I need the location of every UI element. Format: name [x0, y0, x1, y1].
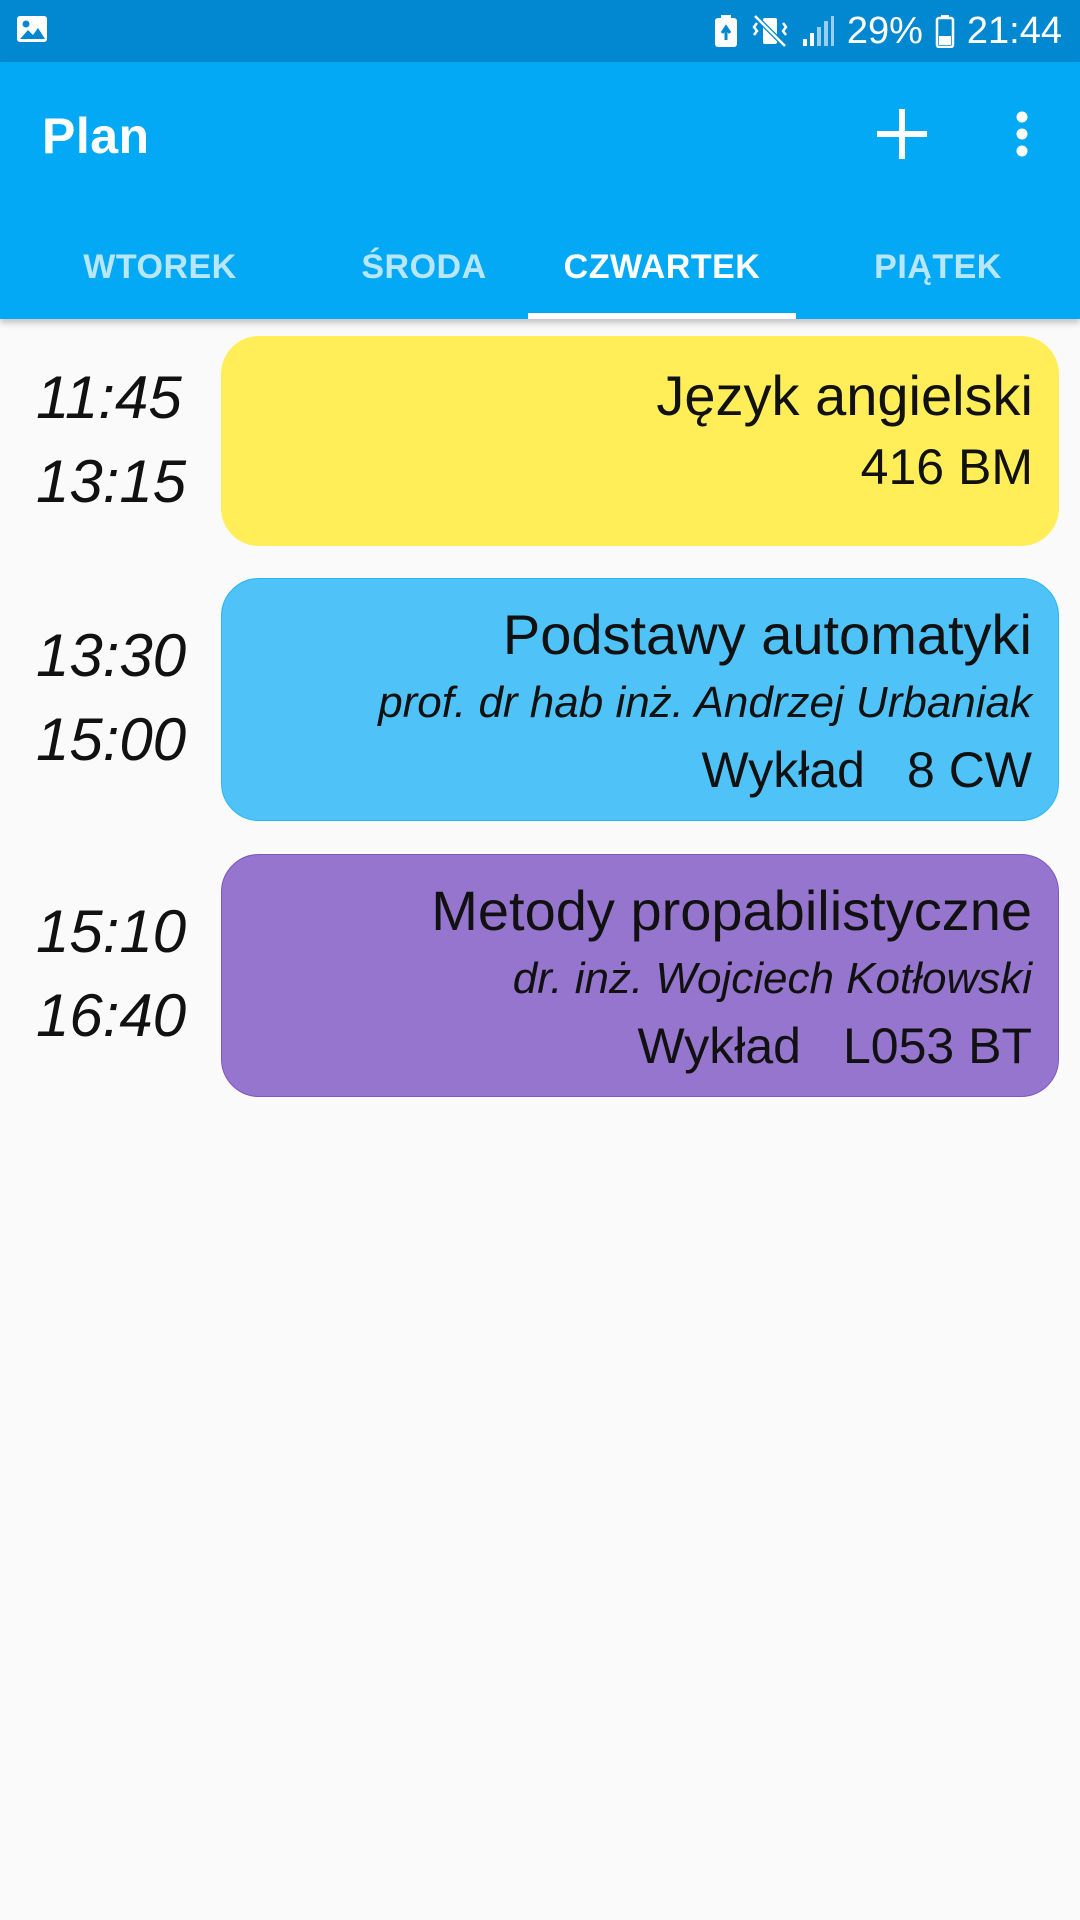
- lesson-end-time: 15:00: [36, 706, 187, 773]
- tab-czwartek[interactable]: CZWARTEK: [528, 216, 796, 319]
- lesson-info: 416 BM: [247, 432, 1033, 502]
- plus-icon: [877, 109, 927, 159]
- lesson-card[interactable]: Podstawy automatyki prof. dr hab inż. An…: [221, 578, 1059, 821]
- lesson-type: Wykład: [701, 742, 865, 798]
- lesson-card[interactable]: Metody propabilistyczne dr. inż. Wojciec…: [221, 854, 1059, 1097]
- app-bar: Plan WTOREK ŚRODA CZWARTEK PIĄTEK: [0, 62, 1080, 319]
- lesson-times: 11:45 13:15: [36, 356, 196, 524]
- toolbar: Plan: [0, 62, 1080, 216]
- lesson-info: Wykład L053 BT: [248, 1011, 1033, 1081]
- lesson-room: L053 BT: [842, 1018, 1032, 1074]
- tab-sroda[interactable]: ŚRODA: [320, 216, 528, 319]
- lesson-room: 8 CW: [907, 742, 1032, 798]
- lesson-teacher: dr. inż. Wojciech Kotłowski: [512, 954, 1032, 1003]
- lesson-start-time: 11:45: [36, 364, 182, 431]
- lesson-end-time: 16:40: [36, 982, 187, 1049]
- lesson-start-time: 13:30: [36, 622, 187, 689]
- lesson-title: Podstawy automatyki: [502, 603, 1032, 666]
- lesson-info: Wykład 8 CW: [248, 735, 1032, 805]
- signal-icon: [801, 15, 835, 47]
- battery-icon: [935, 14, 955, 48]
- lesson-times: 13:30 15:00: [36, 614, 196, 782]
- lesson-room: 416 BM: [860, 439, 1033, 495]
- app-title: Plan: [42, 108, 150, 164]
- tab-piatek[interactable]: PIĄTEK: [796, 216, 1080, 319]
- vibrate-mute-icon: [751, 14, 789, 48]
- day-tabs: WTOREK ŚRODA CZWARTEK PIĄTEK: [0, 216, 1080, 319]
- image-icon: [16, 14, 48, 49]
- add-lesson-button[interactable]: [870, 102, 934, 166]
- lesson-start-time: 15:10: [36, 898, 187, 965]
- lesson-card[interactable]: Język angielski 416 BM: [221, 336, 1059, 546]
- lesson-title: Język angielski: [656, 364, 1033, 427]
- lesson-title: Metody propabilistyczne: [431, 879, 1032, 942]
- tab-wtorek[interactable]: WTOREK: [0, 216, 320, 319]
- battery-saver-icon: [713, 14, 739, 48]
- lesson-end-time: 13:15: [36, 448, 187, 515]
- lesson-type: Wykład: [637, 1018, 801, 1074]
- status-bar: 29% 21:44: [0, 0, 1080, 62]
- status-right: 29% 21:44: [713, 10, 1062, 53]
- lesson-teacher: prof. dr hab inż. Andrzej Urbaniak: [378, 678, 1032, 727]
- lesson-times: 15:10 16:40: [36, 890, 196, 1058]
- battery-percent: 29%: [846, 9, 923, 52]
- overflow-menu-button[interactable]: [1000, 102, 1044, 166]
- more-vert-icon: [1016, 111, 1028, 157]
- status-left: [16, 14, 48, 49]
- status-time: 21:44: [966, 9, 1062, 52]
